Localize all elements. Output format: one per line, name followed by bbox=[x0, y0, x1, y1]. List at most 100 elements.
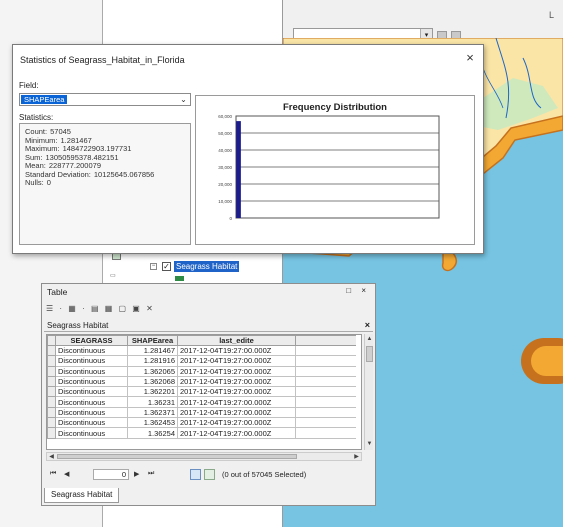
field-select[interactable]: SHAPEarea ⌄ bbox=[19, 93, 191, 106]
table-cell[interactable]: 1.281467 bbox=[127, 344, 178, 357]
table-row[interactable]: Discontinuous 1.36254 2017-12-04T19:27:00.… bbox=[47, 427, 356, 439]
table-cell[interactable]: 2017-12-04T19:27:00.000Z bbox=[177, 375, 296, 388]
stat-nulls: Nulls: 0 bbox=[25, 178, 51, 187]
scroll-right-icon[interactable]: ▶ bbox=[352, 453, 361, 461]
layer-visibility-checkbox[interactable]: ✓ bbox=[162, 262, 171, 271]
attribute-table: SEAGRASS SHAPEarea last_edite Discontinu… bbox=[47, 335, 356, 439]
table-row[interactable]: Discontinuous 1.362068 2017-12-04T19:27:00… bbox=[47, 375, 356, 388]
row-selector-header[interactable] bbox=[47, 335, 56, 346]
table-row[interactable]: Discontinuous 1.362371 2017-12-04T19:27:00… bbox=[47, 406, 356, 419]
row-selector[interactable] bbox=[47, 406, 56, 419]
table-cell[interactable]: 1.362201 bbox=[127, 386, 178, 398]
y-tick-label: 40,000 bbox=[218, 148, 232, 153]
horizontal-scrollbar[interactable]: ◀ ▶ bbox=[46, 452, 362, 461]
scroll-up-icon[interactable]: ▲ bbox=[365, 335, 374, 344]
row-selector[interactable] bbox=[47, 375, 56, 388]
table-row[interactable]: Discontinuous 1.281916 2017-12-04T19:27:00… bbox=[47, 355, 356, 367]
bar-1 bbox=[236, 121, 241, 218]
table-row[interactable]: Discontinuous 1.281467 2017-12-04T19:27:00… bbox=[47, 344, 356, 357]
tab-seagrass-habitat[interactable]: Seagrass Habitat bbox=[47, 321, 108, 330]
y-tick-label: 0 bbox=[229, 216, 232, 221]
table-window: Table □ × ☰ · ▦ · ▤ ▦ ▢ ▣ ✕ Seagrass Hab… bbox=[41, 283, 376, 506]
table-toolbar[interactable]: ☰ · ▦ · ▤ ▦ ▢ ▣ ✕ bbox=[46, 304, 155, 316]
table-cell[interactable]: 2017-12-04T19:27:00.000Z bbox=[177, 386, 296, 398]
table-header-row: SEAGRASS SHAPEarea last_edite bbox=[47, 335, 356, 346]
table-cell[interactable]: 2017-12-04T19:27:00.000Z bbox=[177, 417, 296, 429]
table-cell-empty bbox=[295, 344, 356, 357]
table-cell[interactable]: 1.362371 bbox=[127, 406, 178, 419]
table-cell[interactable]: 2017-12-04T19:27:00.000Z bbox=[177, 427, 296, 439]
record-number-input[interactable]: 0 bbox=[93, 469, 129, 480]
layer-type-icon: ▭ bbox=[110, 273, 116, 279]
y-tick-label: 30,000 bbox=[218, 165, 232, 170]
table-cell[interactable]: 1.362453 bbox=[127, 417, 178, 429]
table-cell[interactable]: Discontinuous bbox=[55, 396, 128, 408]
table-cell-empty bbox=[295, 355, 356, 367]
table-cell[interactable]: Discontinuous bbox=[55, 344, 128, 357]
chevron-down-icon[interactable]: ⌄ bbox=[178, 94, 189, 105]
attribute-grid[interactable]: SEAGRASS SHAPEarea last_edite Discontinu… bbox=[46, 334, 362, 450]
table-cell[interactable]: Discontinuous bbox=[55, 365, 128, 377]
habitat-patch bbox=[531, 346, 563, 376]
table-cell[interactable]: 2017-12-04T19:27:00.000Z bbox=[177, 365, 296, 377]
table-cell[interactable]: 1.362068 bbox=[127, 375, 178, 388]
vertical-scrollbar[interactable]: ▲ ▼ bbox=[364, 334, 373, 450]
table-cell[interactable]: Discontinuous bbox=[55, 375, 128, 388]
table-cell[interactable]: 2017-12-04T19:27:00.000Z bbox=[177, 355, 296, 367]
table-window-title: Table bbox=[47, 287, 68, 297]
window-controls[interactable]: □ × bbox=[346, 286, 370, 295]
table-cell[interactable]: 1.36231 bbox=[127, 396, 178, 408]
scroll-thumb[interactable] bbox=[366, 346, 373, 362]
row-selector[interactable] bbox=[47, 396, 56, 408]
expand-toggle[interactable]: − bbox=[150, 263, 157, 270]
previous-record-icon[interactable]: ◀ bbox=[64, 470, 69, 478]
scroll-thumb[interactable] bbox=[57, 454, 297, 459]
table-cell[interactable]: 1.362065 bbox=[127, 365, 178, 377]
row-selector[interactable] bbox=[47, 386, 56, 398]
table-cell-empty bbox=[295, 396, 356, 408]
close-icon[interactable]: × bbox=[365, 320, 370, 330]
close-button[interactable]: × bbox=[463, 51, 477, 65]
table-cell-empty bbox=[295, 365, 356, 377]
row-selector[interactable] bbox=[47, 365, 56, 377]
y-tick-label: 50,000 bbox=[218, 131, 232, 136]
column-header-empty bbox=[295, 335, 356, 346]
scroll-left-icon[interactable]: ◀ bbox=[47, 453, 56, 461]
table-cell[interactable]: Discontinuous bbox=[55, 406, 128, 419]
table-row[interactable]: Discontinuous 1.362453 2017-12-04T19:27:00… bbox=[47, 417, 356, 429]
table-cell-empty bbox=[295, 386, 356, 398]
table-cell[interactable]: 1.281916 bbox=[127, 355, 178, 367]
bottom-tab-seagrass-habitat[interactable]: Seagrass Habitat bbox=[44, 488, 120, 503]
show-selected-records-button[interactable] bbox=[204, 469, 215, 480]
field-label: Field: bbox=[19, 81, 39, 90]
chart-plot: 0 10,000 20,000 30,000 40,000 50,000 60,000 bbox=[218, 114, 440, 221]
row-selector[interactable] bbox=[47, 417, 56, 429]
table-cell[interactable]: 2017-12-04T19:27:00.000Z bbox=[177, 396, 296, 408]
column-header[interactable]: last_edite bbox=[177, 335, 296, 346]
table-cell[interactable]: Discontinuous bbox=[55, 386, 128, 398]
scroll-down-icon[interactable]: ▼ bbox=[365, 440, 374, 449]
table-row[interactable]: Discontinuous 1.36231 2017-12-04T19:27:00.… bbox=[47, 396, 356, 408]
table-cell[interactable]: Discontinuous bbox=[55, 417, 128, 429]
row-selector[interactable] bbox=[47, 344, 56, 357]
last-record-icon[interactable]: ⏭ bbox=[148, 470, 154, 478]
row-selector[interactable] bbox=[47, 355, 56, 367]
table-cell[interactable]: Discontinuous bbox=[55, 427, 128, 439]
statistics-label: Statistics: bbox=[19, 113, 54, 122]
first-record-icon[interactable]: ⏮ bbox=[50, 470, 56, 478]
next-record-icon[interactable]: ▶ bbox=[134, 470, 139, 478]
toc-layer-seagrass-habitat[interactable]: Seagrass Habitat bbox=[174, 261, 240, 272]
column-header[interactable]: SHAPEarea bbox=[127, 335, 178, 346]
selection-status: (0 out of 57045 Selected) bbox=[222, 470, 307, 479]
table-cell-empty bbox=[295, 427, 356, 439]
record-navigation: ⏮ ◀ 0 ▶ ⏭ (0 out of 57045 Selected) bbox=[48, 468, 373, 482]
row-selector[interactable] bbox=[47, 427, 56, 439]
table-cell[interactable]: 1.36254 bbox=[127, 427, 178, 439]
table-row[interactable]: Discontinuous 1.362065 2017-12-04T19:27:00… bbox=[47, 365, 356, 377]
column-header[interactable]: SEAGRASS bbox=[55, 335, 128, 346]
table-cell[interactable]: 2017-12-04T19:27:00.000Z bbox=[177, 344, 296, 357]
table-cell[interactable]: Discontinuous bbox=[55, 355, 128, 367]
table-cell[interactable]: 2017-12-04T19:27:00.000Z bbox=[177, 406, 296, 419]
table-row[interactable]: Discontinuous 1.362201 2017-12-04T19:27:00… bbox=[47, 386, 356, 398]
show-all-records-button[interactable] bbox=[190, 469, 201, 480]
